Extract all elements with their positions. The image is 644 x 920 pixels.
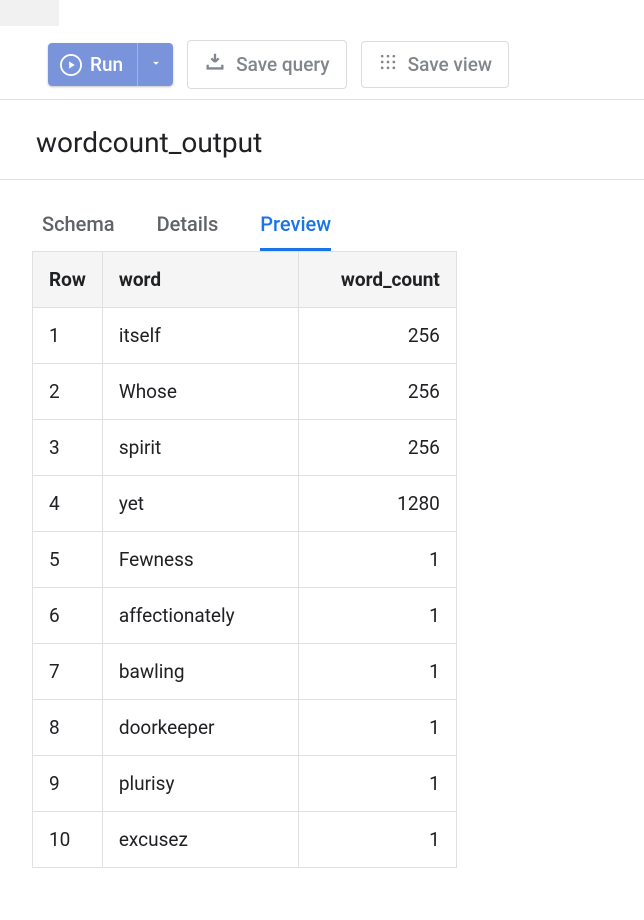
table-row: 1itself256 bbox=[33, 308, 457, 364]
download-icon bbox=[204, 51, 226, 78]
run-button-group: Run bbox=[48, 43, 173, 86]
cell-word-count: 256 bbox=[298, 420, 456, 476]
cell-word-count: 1 bbox=[298, 588, 456, 644]
table-row: 8doorkeeper1 bbox=[33, 700, 457, 756]
table-row: 2Whose256 bbox=[33, 364, 457, 420]
cell-row-index: 4 bbox=[33, 476, 103, 532]
tab-schema[interactable]: Schema bbox=[42, 212, 115, 251]
cell-row-index: 6 bbox=[33, 588, 103, 644]
cell-word: yet bbox=[102, 476, 298, 532]
editor-tabs-strip bbox=[0, 0, 644, 26]
table-row: 3spirit256 bbox=[33, 420, 457, 476]
cell-word: excusez bbox=[102, 812, 298, 868]
cell-word-count: 1 bbox=[298, 756, 456, 812]
save-query-label: Save query bbox=[236, 53, 330, 76]
save-query-button[interactable]: Save query bbox=[187, 40, 347, 89]
cell-word: affectionately bbox=[102, 588, 298, 644]
toolbar: Run Save query Save view bbox=[0, 26, 644, 100]
cell-row-index: 8 bbox=[33, 700, 103, 756]
cell-word-count: 1280 bbox=[298, 476, 456, 532]
cell-row-index: 3 bbox=[33, 420, 103, 476]
cell-row-index: 10 bbox=[33, 812, 103, 868]
cell-word: spirit bbox=[102, 420, 298, 476]
cell-word-count: 256 bbox=[298, 308, 456, 364]
run-button[interactable]: Run bbox=[48, 43, 137, 86]
tab-details[interactable]: Details bbox=[157, 212, 219, 251]
save-view-button[interactable]: Save view bbox=[361, 41, 509, 88]
cell-word: Whose bbox=[102, 364, 298, 420]
cell-row-index: 2 bbox=[33, 364, 103, 420]
cell-word-count: 1 bbox=[298, 644, 456, 700]
cell-row-index: 1 bbox=[33, 308, 103, 364]
run-button-label: Run bbox=[90, 53, 123, 76]
grid-icon bbox=[378, 52, 398, 77]
cell-word: plurisy bbox=[102, 756, 298, 812]
caret-down-icon bbox=[149, 56, 163, 73]
play-icon bbox=[60, 54, 82, 76]
header-wordcount: word_count bbox=[298, 252, 456, 308]
table-row: 9plurisy1 bbox=[33, 756, 457, 812]
table-row: 6affectionately1 bbox=[33, 588, 457, 644]
tab-preview[interactable]: Preview bbox=[260, 212, 331, 251]
cell-word-count: 1 bbox=[298, 700, 456, 756]
table-row: 5Fewness1 bbox=[33, 532, 457, 588]
table-header-row: Row word word_count bbox=[33, 252, 457, 308]
cell-word-count: 256 bbox=[298, 364, 456, 420]
cell-word: doorkeeper bbox=[102, 700, 298, 756]
table-row: 4yet1280 bbox=[33, 476, 457, 532]
table-row: 7bawling1 bbox=[33, 644, 457, 700]
cell-word-count: 1 bbox=[298, 532, 456, 588]
editor-tab[interactable] bbox=[0, 0, 60, 26]
header-word: word bbox=[102, 252, 298, 308]
cell-word-count: 1 bbox=[298, 812, 456, 868]
cell-word: itself bbox=[102, 308, 298, 364]
cell-word: bawling bbox=[102, 644, 298, 700]
preview-table: Row word word_count 1itself2562Whose2563… bbox=[32, 251, 457, 868]
save-view-label: Save view bbox=[408, 53, 492, 76]
cell-word: Fewness bbox=[102, 532, 298, 588]
table-row: 10excusez1 bbox=[33, 812, 457, 868]
run-dropdown-button[interactable] bbox=[137, 43, 173, 86]
cell-row-index: 5 bbox=[33, 532, 103, 588]
cell-row-index: 7 bbox=[33, 644, 103, 700]
page-title: wordcount_output bbox=[0, 100, 644, 180]
cell-row-index: 9 bbox=[33, 756, 103, 812]
header-row: Row bbox=[33, 252, 103, 308]
tabs-row: Schema Details Preview bbox=[0, 180, 644, 251]
